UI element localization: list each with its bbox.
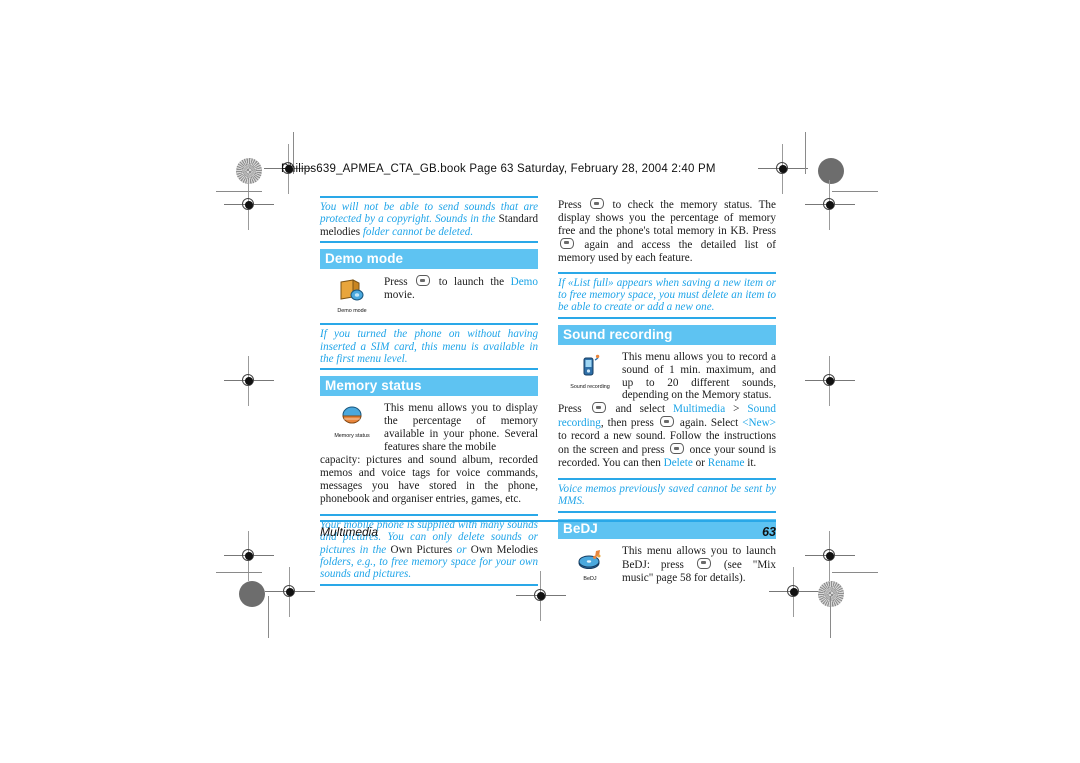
note-supplied-emph1: Own Pictures: [390, 543, 453, 556]
memory-status-block: Memory status This menu allows you to di…: [320, 402, 538, 454]
note-sim-card-text: If you turned the phone on without havin…: [320, 328, 538, 366]
section-header-demo-mode: Demo mode: [320, 249, 538, 270]
note-supplied-text3: folders, e.g., to free memory space for …: [320, 555, 538, 581]
registration-cross-mid-left: [224, 356, 274, 406]
section-header-memory-status: Memory status: [320, 376, 538, 397]
sound-recording-icon: [583, 354, 600, 376]
trim-line-bottom-left: [216, 572, 262, 573]
sound-recording-text-indent: This menu allows you to record a sound o…: [622, 350, 776, 402]
demo-mode-block: Demo mode Press to launch the Demo movie…: [320, 275, 538, 315]
registration-cross-bottom-right-2: [769, 567, 819, 617]
sr-t5: again. Select: [675, 417, 743, 430]
trim-line-bottom-right: [832, 572, 878, 573]
bedj-icon: [578, 549, 601, 569]
note-voice-memos-text: Voice memos previously saved cannot be s…: [558, 482, 776, 508]
note-protected-sounds: You will not be able to send sounds that…: [320, 196, 538, 244]
bedj-block: BeDJ This menu allows you to launch BeDJ…: [558, 545, 776, 585]
demo-mode-icon-wrap: Demo mode: [324, 278, 380, 314]
manual-page-body: You will not be able to send sounds that…: [320, 196, 776, 586]
memory-status-icon-wrap: Memory status: [324, 405, 380, 439]
note-sim-card: If you turned the phone on without havin…: [320, 323, 538, 371]
trim-line-bottom-left-vert: [268, 596, 269, 638]
ok-key-icon: [696, 557, 711, 569]
memory-check-text3: again and access the detailed list of me…: [558, 238, 776, 264]
delete-link[interactable]: Delete: [664, 457, 693, 469]
note-supplied-emph2: Own Melodies: [470, 543, 538, 556]
demo-link[interactable]: Demo: [511, 276, 538, 288]
note-supplied-text2: or: [452, 543, 471, 556]
sound-recording-block: Sound recording This menu allows you to …: [558, 351, 776, 403]
sr-t8: or: [692, 457, 708, 469]
note-list-full-text: If «List full» appears when saving a new…: [558, 276, 776, 314]
book-file-header: Philips639_APMEA_CTA_GB.book Page 63 Sat…: [281, 163, 716, 175]
footer-chapter: Multimedia: [320, 525, 379, 539]
registration-cross-bottom-left-2: [265, 567, 315, 617]
registration-cross-bottom-left: [224, 531, 274, 581]
trim-line-bottom-right-vert: [830, 596, 831, 638]
ok-key-icon: [416, 275, 431, 287]
sr-t2: and select: [607, 403, 673, 416]
memory-status-text-rest: capacity: pictures and sound album, reco…: [320, 454, 538, 505]
demo-mode-icon-caption: Demo mode: [337, 308, 367, 315]
registration-dot-bottom-left: [239, 581, 265, 607]
ok-key-icon: [659, 416, 674, 428]
registration-cross-bottom-center: [516, 571, 566, 621]
demo-mode-icon: [340, 279, 364, 301]
trim-line-top-right-vert: [805, 132, 806, 174]
registration-cross-top-right: [805, 180, 855, 230]
memory-check-text1: Press: [558, 199, 589, 211]
page-footer: Multimedia 63: [320, 520, 776, 539]
memory-status-text-indent: This menu allows you to display the perc…: [384, 402, 538, 454]
sr-t4: , then press: [600, 417, 658, 430]
new-link[interactable]: <New>: [742, 417, 776, 429]
sound-recording-icon-caption: Sound recording: [570, 383, 610, 390]
ok-key-icon: [560, 237, 574, 249]
memory-status-icon-caption: Memory status: [334, 433, 370, 440]
sr-t3: >: [725, 403, 748, 416]
demo-mode-text3: movie.: [384, 289, 415, 302]
demo-mode-text2: to launch the: [432, 276, 511, 289]
bedj-icon-wrap: BeDJ: [562, 548, 618, 582]
registration-cross-bottom-right: [805, 531, 855, 581]
trim-line-top-right: [832, 191, 878, 192]
ok-key-icon: [591, 402, 606, 414]
registration-rosette-bottom-right: [818, 581, 844, 607]
multimedia-link[interactable]: Multimedia: [673, 403, 725, 415]
memory-check-text: Press to check the memory status. The di…: [558, 198, 776, 265]
bedj-icon-caption: BeDJ: [583, 575, 597, 582]
registration-cross-header-right: [758, 144, 808, 194]
note-voice-memos: Voice memos previously saved cannot be s…: [558, 477, 776, 513]
ok-key-icon: [590, 198, 605, 209]
sr-t9: it.: [744, 457, 757, 469]
registration-dot-top-right: [818, 158, 844, 184]
registration-rosette-top-left: [236, 158, 262, 184]
ok-key-icon: [670, 443, 685, 455]
trim-line-top-left: [216, 191, 262, 192]
rename-link[interactable]: Rename: [708, 457, 745, 469]
memory-status-icon: [342, 406, 362, 424]
note-protected-sounds-text2: folder cannot be deleted.: [360, 225, 474, 238]
demo-mode-text1: Press: [384, 276, 415, 289]
demo-mode-text: Press to launch the Demo movie.: [384, 275, 538, 302]
sound-recording-steps: Press and select Multimedia > Sound reco…: [558, 402, 776, 470]
note-list-full: If «List full» appears when saving a new…: [558, 271, 776, 319]
sound-recording-icon-wrap: Sound recording: [562, 354, 618, 390]
section-header-sound-recording: Sound recording: [558, 324, 776, 345]
registration-cross-top-left: [224, 180, 274, 230]
bedj-text: This menu allows you to launch BeDJ: pre…: [622, 545, 776, 585]
sr-t1: Press: [558, 403, 590, 416]
footer-page-number: 63: [762, 525, 776, 539]
registration-cross-mid-right: [805, 356, 855, 406]
